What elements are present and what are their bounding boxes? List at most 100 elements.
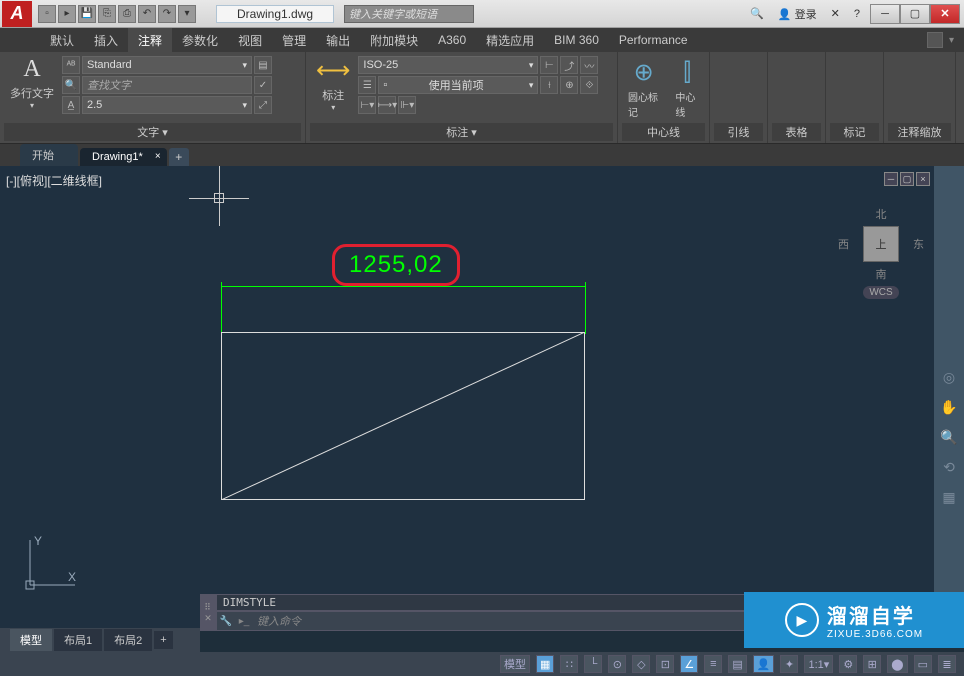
find-text-input[interactable]: 查找文字 [82,76,252,94]
panel-title-dimension[interactable]: 标注 ▾ [310,123,613,141]
status-sel-icon[interactable]: 👤 [753,655,775,673]
menu-parametric[interactable]: 参数化 [172,28,228,52]
status-model-button[interactable]: 模型 [500,655,530,673]
textstyle-mgr-icon[interactable]: ▤ [254,56,272,74]
ribbon-panel-leader[interactable]: 引线 [710,52,768,143]
dim-tool3-icon[interactable]: 〰 [580,56,598,74]
nav-zoom-icon[interactable]: 🔍 [938,426,960,448]
qat-more-icon[interactable]: ▾ [178,5,196,23]
centerline-button[interactable]: ⫿ 中心线 [669,57,705,121]
qat-print-icon[interactable]: ⎙ [118,5,136,23]
viewcube[interactable]: 北 西 上 东 南 WCS [838,206,924,299]
status-hardware-icon[interactable]: ⬤ [887,655,907,673]
vp-close-icon[interactable]: × [916,172,930,186]
status-custom-icon[interactable]: ≣ [938,655,956,673]
qat-open-icon[interactable]: ▸ [58,5,76,23]
status-gear-icon[interactable]: ⚙ [839,655,857,673]
qat-new-icon[interactable]: ▫ [38,5,56,23]
tab-start[interactable]: 开始 [20,144,78,166]
ribbon-panel-annoscale[interactable]: 注释缩放 [884,52,956,143]
close-button[interactable]: ✕ [930,4,960,24]
dim-style-dropdown[interactable]: ISO-25 [358,56,538,74]
layout-tab-1[interactable]: 布局1 [54,629,102,651]
ribbon-panel-markup[interactable]: 标记 [826,52,884,143]
dim-tool6-icon[interactable]: ⟐ [580,76,598,94]
login-button[interactable]: 👤 登录 [774,5,821,23]
status-transparency-icon[interactable]: ▤ [728,655,746,673]
help-search-input[interactable]: 键入关键字或短语 [344,5,474,23]
textheight-icon[interactable]: A̲ [62,96,80,114]
dim-tool4-icon[interactable]: ⟊ [540,76,558,94]
menu-addins[interactable]: 附加模块 [360,28,428,52]
text-height-dropdown[interactable]: 2.5 [82,96,252,114]
status-clean-icon[interactable]: ▭ [914,655,932,673]
viewcube-face-top[interactable]: 上 [863,226,899,262]
panel-title-text[interactable]: 文字 ▾ [4,123,301,141]
nav-orbit-icon[interactable]: ⟲ [938,456,960,478]
dim-layer-dropdown[interactable]: ▫ 使用当前项 [378,76,538,94]
status-polar-icon[interactable]: ⊙ [608,655,626,673]
viewcube-south[interactable]: 南 [838,266,924,282]
dim-tool5-icon[interactable]: ⊕ [560,76,578,94]
dim-tool1-icon[interactable]: ⊢ [540,56,558,74]
menu-insert[interactable]: 插入 [84,28,128,52]
ucs-icon[interactable]: Y X [20,535,80,598]
wcs-badge[interactable]: WCS [863,286,898,299]
minimize-button[interactable]: ─ [870,4,900,24]
help-icon[interactable]: ? [850,7,864,21]
exchange-icon[interactable]: ✕ [827,6,844,21]
viewport-label[interactable]: [-][俯视][二维线框] [6,172,102,189]
status-annoscale-icon[interactable]: 1:1▾ [804,655,833,673]
viewcube-north[interactable]: 北 [838,206,924,222]
search-icon[interactable]: 🔍 [746,6,768,21]
menu-bim360[interactable]: BIM 360 [544,28,609,52]
qat-saveas-icon[interactable]: ⎘ [98,5,116,23]
status-lwt-icon[interactable]: ≡ [704,655,722,673]
abc-icon[interactable]: ᴬᴮ [62,56,80,74]
status-grid-icon[interactable]: ▦ [536,655,554,673]
cmd-options-icon[interactable]: 🔧 [217,613,235,629]
menu-performance[interactable]: Performance [609,28,698,52]
viewcube-west[interactable]: 西 [838,236,849,252]
nav-showmotion-icon[interactable]: ▦ [938,486,960,508]
mtext-button[interactable]: A 多行文字 ▾ [4,54,60,112]
drawing-canvas[interactable]: /* grid drawn below via static divs */ [… [0,166,934,628]
maximize-button[interactable]: ▢ [900,4,930,24]
dimension-button[interactable]: ⟷ 标注 ▾ [310,54,356,114]
menu-manage[interactable]: 管理 [272,28,316,52]
status-snap-icon[interactable]: ∷ [560,655,578,673]
cmd-drag-handle[interactable]: ⠿✕ [200,594,216,631]
dim-continue-icon[interactable]: ⊩▾ [398,96,416,114]
qat-save-icon[interactable]: 💾 [78,5,96,23]
tab-close-icon[interactable]: × [155,151,161,162]
layout-tab-model[interactable]: 模型 [10,629,52,651]
dim-quick-icon[interactable]: ⟼▾ [378,96,396,114]
add-tab-button[interactable]: + [169,148,189,166]
viewcube-east[interactable]: 东 [913,236,924,252]
nav-pan-icon[interactable]: ✋ [938,396,960,418]
vp-maximize-icon[interactable]: ▢ [900,172,914,186]
menu-annotate[interactable]: 注释 [128,28,172,52]
ribbon-dropdown-icon[interactable]: ▾ [949,35,954,46]
menu-output[interactable]: 输出 [316,28,360,52]
menu-a360[interactable]: A360 [428,28,476,52]
qat-redo-icon[interactable]: ↷ [158,5,176,23]
find-icon[interactable]: 🔍 [62,76,80,94]
dim-tool2-icon[interactable]: ⤴ [560,56,578,74]
centermark-button[interactable]: ⊕ 圆心标记 [622,56,665,121]
spell-icon[interactable]: ✓ [254,76,272,94]
menu-featured[interactable]: 精选应用 [476,28,544,52]
vp-minimize-icon[interactable]: ─ [884,172,898,186]
nav-wheel-icon[interactable]: ◎ [938,366,960,388]
menu-view[interactable]: 视图 [228,28,272,52]
qat-undo-icon[interactable]: ↶ [138,5,156,23]
status-workspace-icon[interactable]: ⊞ [863,655,881,673]
layout-add-button[interactable]: + [154,631,172,649]
layout-tab-2[interactable]: 布局2 [104,629,152,651]
status-gizmo-icon[interactable]: ✦ [780,655,798,673]
status-osnap-icon[interactable]: ⊡ [656,655,674,673]
ribbon-min-icon[interactable] [927,32,943,48]
text-style-dropdown[interactable]: Standard [82,56,252,74]
ribbon-panel-table[interactable]: 表格 [768,52,826,143]
panel-title-centerline[interactable]: 中心线 [622,123,705,141]
